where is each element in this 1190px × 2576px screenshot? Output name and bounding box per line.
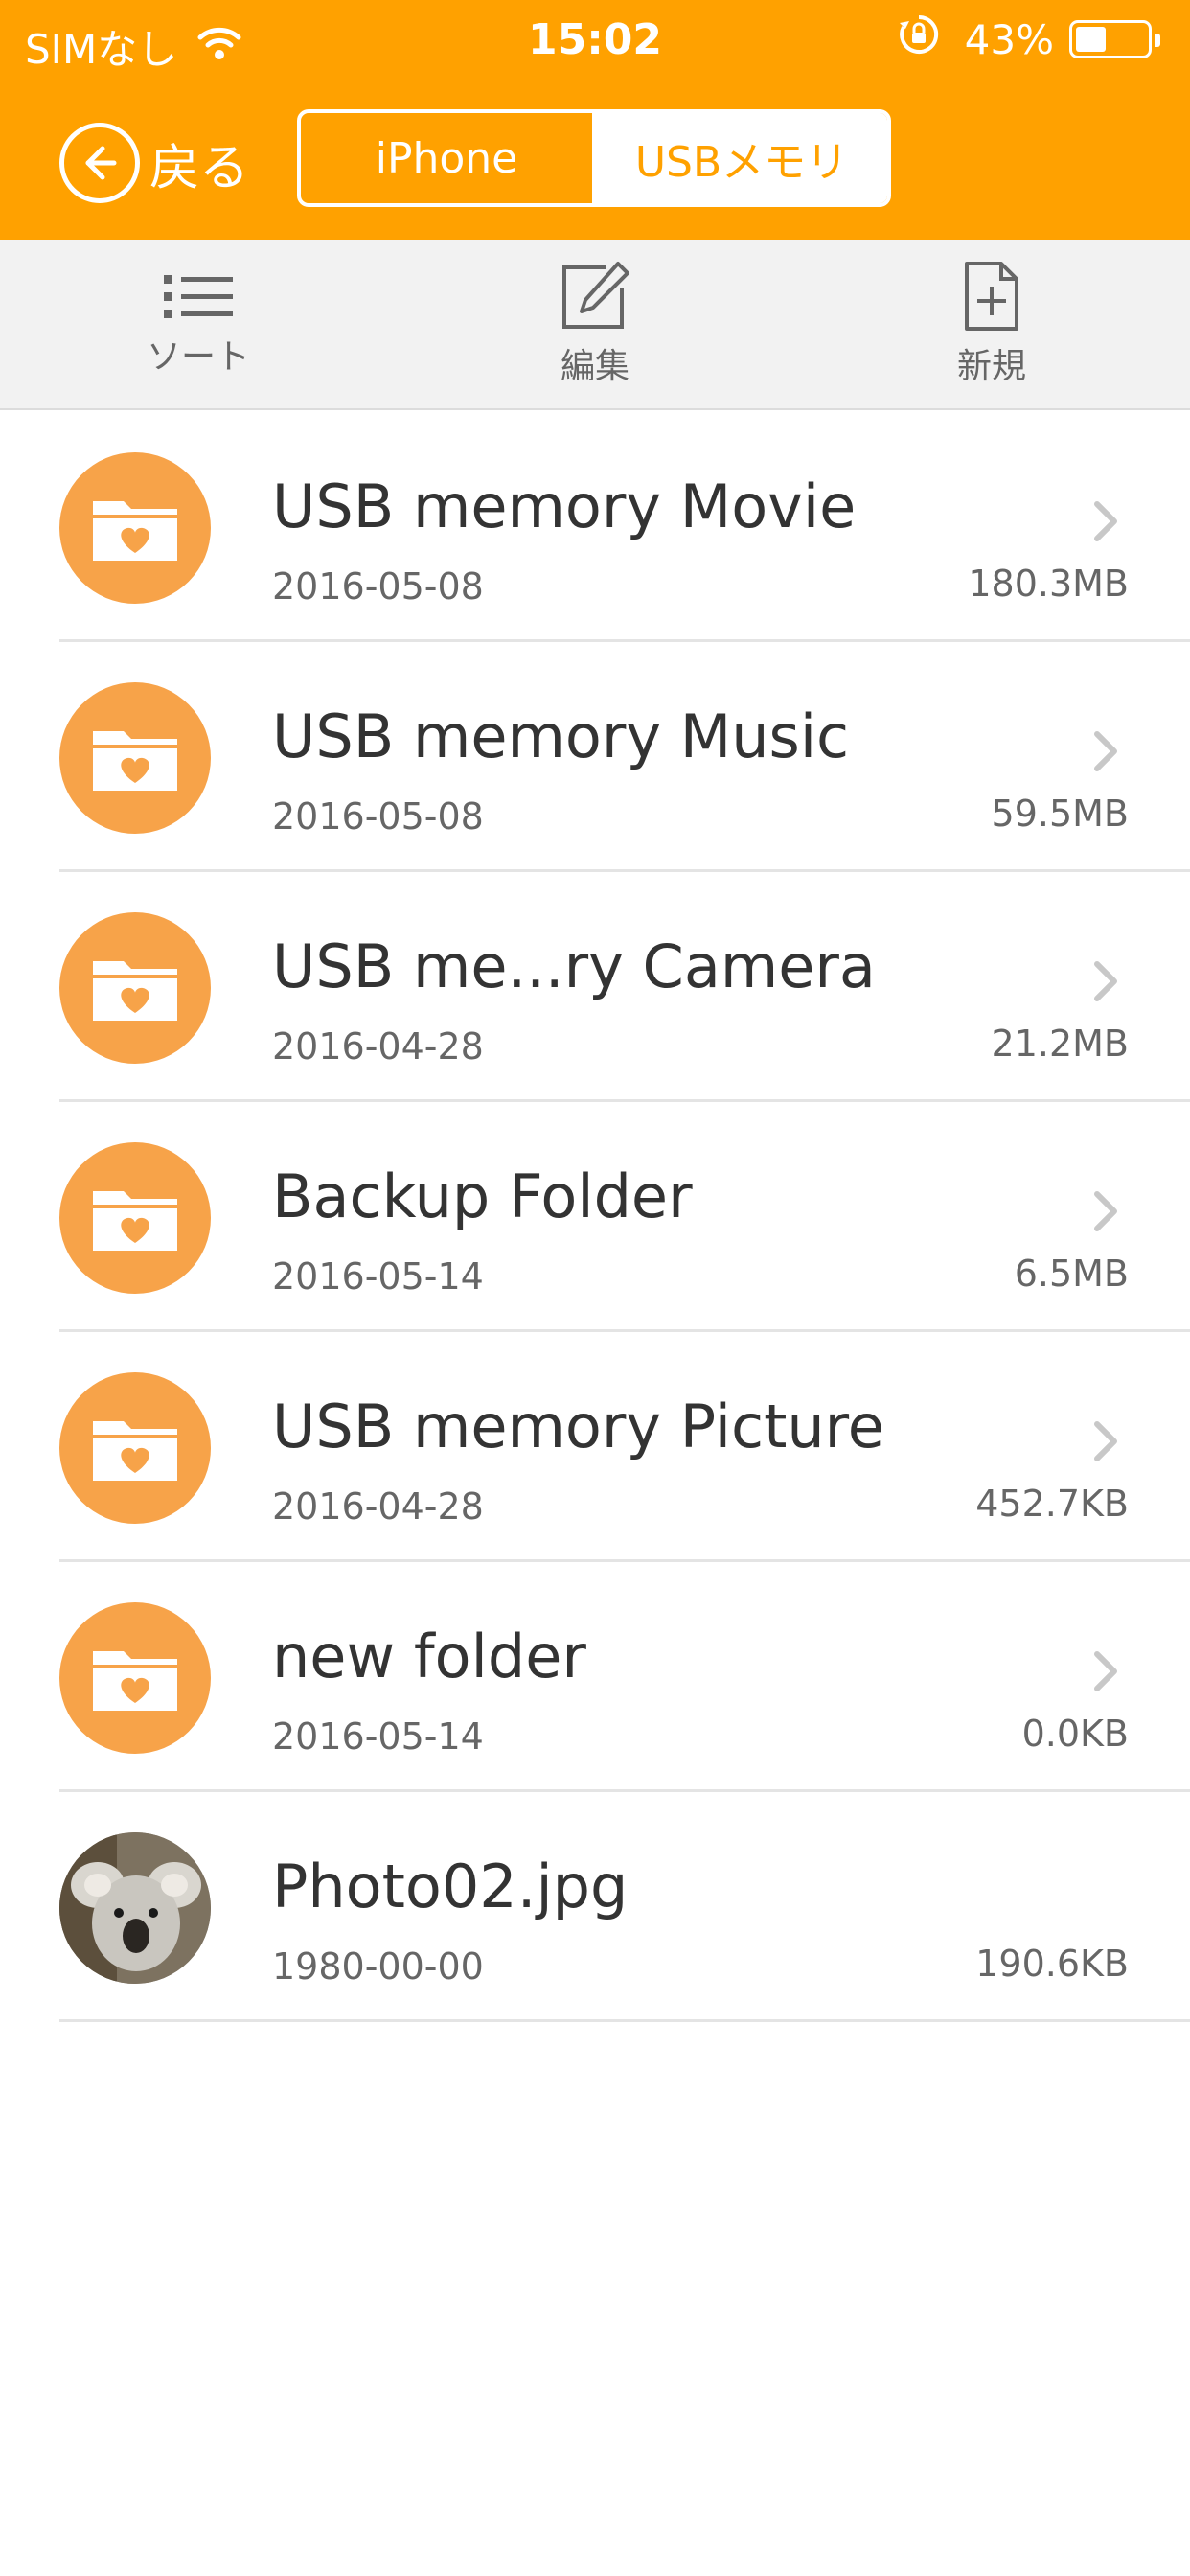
chevron-right-icon — [1092, 1420, 1119, 1466]
segment-usb-memory[interactable]: USBメモリ — [596, 113, 887, 203]
folder-heart-icon — [59, 1142, 211, 1294]
chevron-right-icon — [1092, 960, 1119, 1006]
file-size: 452.7KB — [975, 1483, 1129, 1525]
battery-fill — [1076, 27, 1106, 52]
file-date: 2016-04-28 — [272, 1485, 484, 1528]
file-name: USB memory Music — [272, 702, 850, 771]
file-name: USB memory Picture — [272, 1392, 884, 1461]
folder-heart-icon — [59, 912, 211, 1064]
chevron-right-icon — [1092, 500, 1119, 546]
file-row[interactable]: new folder 2016-05-14 0.0KB — [0, 1562, 1190, 1792]
battery-percent: 43% — [964, 15, 1054, 63]
file-row[interactable]: Backup Folder 2016-05-14 6.5MB — [0, 1102, 1190, 1332]
file-size: 190.6KB — [975, 1943, 1129, 1985]
file-size: 21.2MB — [991, 1023, 1129, 1065]
toolbar: ソート 編集 新規 — [0, 240, 1190, 410]
file-size: 0.0KB — [1021, 1713, 1129, 1755]
file-row[interactable]: USB memory Movie 2016-05-08 180.3MB — [0, 412, 1190, 642]
file-date: 2016-04-28 — [272, 1025, 484, 1068]
chevron-right-icon — [1092, 1190, 1119, 1236]
chevron-right-icon — [1092, 730, 1119, 776]
status-right: 43% — [898, 13, 1160, 65]
file-row[interactable]: USB me...ry Camera 2016-04-28 21.2MB — [0, 872, 1190, 1102]
file-size: 59.5MB — [991, 793, 1129, 835]
sort-label: ソート — [146, 337, 250, 377]
rotation-lock-icon — [898, 13, 940, 65]
chevron-right-icon — [1092, 1650, 1119, 1696]
folder-heart-icon — [59, 682, 211, 834]
file-row[interactable]: Photo02.jpg 1980-00-00 190.6KB — [0, 1792, 1190, 2022]
file-row[interactable]: USB memory Picture 2016-04-28 452.7KB — [0, 1332, 1190, 1562]
file-name: Photo02.jpg — [272, 1852, 629, 1921]
new-button[interactable]: 新規 — [793, 240, 1190, 408]
file-size: 180.3MB — [968, 563, 1129, 605]
back-button[interactable]: 戻る — [59, 123, 249, 203]
file-list: USB memory Movie 2016-05-08 180.3MB USB … — [0, 412, 1190, 2022]
segment-iphone[interactable]: iPhone — [301, 113, 596, 203]
edit-icon — [562, 262, 629, 329]
file-name: Backup Folder — [272, 1162, 693, 1231]
new-file-icon — [965, 262, 1018, 331]
file-date: 2016-05-08 — [272, 795, 484, 838]
sort-button[interactable]: ソート — [0, 240, 397, 408]
battery-nub — [1155, 34, 1160, 47]
folder-heart-icon — [59, 1602, 211, 1754]
file-date: 1980-00-00 — [272, 1945, 484, 1988]
file-name: new folder — [272, 1622, 586, 1691]
row-divider — [59, 2019, 1190, 2022]
koala-photo-thumbnail — [59, 1832, 211, 1984]
edit-label: 編集 — [560, 347, 629, 386]
file-size: 6.5MB — [1014, 1253, 1129, 1295]
battery-icon — [1069, 20, 1160, 58]
file-date: 2016-05-14 — [272, 1255, 484, 1298]
file-name: USB memory Movie — [272, 472, 857, 541]
folder-heart-icon — [59, 452, 211, 604]
status-bar: SIMなし 15:02 43% — [0, 0, 1190, 80]
file-row[interactable]: USB memory Music 2016-05-08 59.5MB — [0, 642, 1190, 872]
new-label: 新規 — [956, 347, 1026, 386]
list-icon — [164, 275, 233, 318]
back-arrow-icon — [59, 123, 140, 203]
source-segmented-control: iPhone USBメモリ — [297, 109, 891, 207]
file-date: 2016-05-08 — [272, 565, 484, 608]
edit-button[interactable]: 編集 — [397, 240, 793, 408]
back-label: 戻る — [149, 139, 250, 197]
file-date: 2016-05-14 — [272, 1715, 484, 1758]
folder-heart-icon — [59, 1372, 211, 1524]
file-name: USB me...ry Camera — [272, 932, 876, 1001]
